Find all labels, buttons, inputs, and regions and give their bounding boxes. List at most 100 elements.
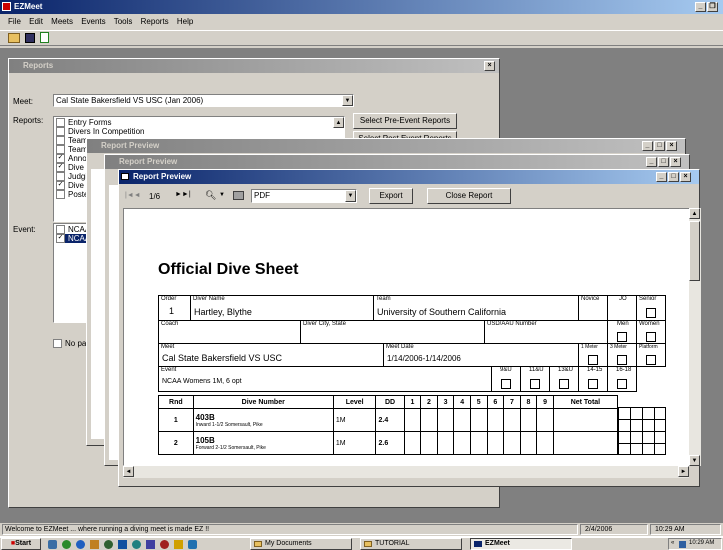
minimize-icon[interactable]: _: [642, 141, 653, 151]
score-cell[interactable]: [420, 408, 438, 432]
vertical-scrollbar[interactable]: ▲ ▼: [689, 208, 701, 466]
report-list-item[interactable]: Entry Forms: [56, 118, 342, 127]
document-icon[interactable]: [40, 32, 49, 43]
quick-launch-icon-1[interactable]: [48, 540, 57, 549]
task-my-documents[interactable]: My Documents: [250, 538, 352, 550]
report-checkbox[interactable]: [56, 118, 65, 127]
menu-reports[interactable]: Reports: [141, 17, 169, 26]
age-group-checkbox[interactable]: [588, 379, 598, 389]
meet-select[interactable]: Cal State Bakersfield VS USC (Jan 2006) …: [53, 94, 354, 107]
save-icon[interactable]: [25, 33, 35, 43]
age-group-checkbox[interactable]: [559, 379, 569, 389]
score-cell[interactable]: [503, 431, 521, 455]
quick-launch-icon-7[interactable]: [132, 540, 141, 549]
chevron-down-icon[interactable]: ▼: [342, 95, 353, 106]
zoom-icon[interactable]: 🔍︎: [205, 190, 216, 201]
score-cell[interactable]: [552, 408, 619, 432]
scroll-thumb[interactable]: [689, 221, 700, 281]
event-checkbox[interactable]: [56, 225, 65, 234]
report-checkbox[interactable]: [56, 136, 65, 145]
quick-launch-icon-3[interactable]: [76, 540, 85, 549]
women-checkbox[interactable]: [646, 332, 656, 342]
report-checkbox[interactable]: ✓: [56, 181, 65, 190]
score-cell[interactable]: [469, 431, 488, 455]
quick-launch-icon-6[interactable]: [118, 540, 127, 549]
quick-launch-icon-9[interactable]: [160, 540, 169, 549]
score-cell[interactable]: [469, 408, 488, 432]
scroll-left-icon[interactable]: ◄: [123, 466, 134, 477]
tray-arrow-icon[interactable]: «: [671, 540, 674, 546]
age-group-checkbox[interactable]: [617, 379, 627, 389]
report-checkbox[interactable]: [56, 145, 65, 154]
report-checkbox[interactable]: ✓: [56, 163, 65, 172]
score-cell[interactable]: [519, 408, 538, 432]
quick-launch-icon-11[interactable]: [188, 540, 197, 549]
score-cell[interactable]: [552, 431, 619, 455]
menu-file[interactable]: File: [8, 17, 21, 26]
quick-launch-icon-2[interactable]: [62, 540, 71, 549]
score-cell[interactable]: [420, 431, 438, 455]
score-cell[interactable]: [436, 408, 455, 432]
score-cell[interactable]: [503, 408, 521, 432]
menu-help[interactable]: Help: [177, 17, 193, 26]
zoom-dropdown-icon[interactable]: ▼: [219, 192, 225, 198]
first-page-icon[interactable]: |◄◄: [125, 192, 141, 199]
horizontal-scrollbar[interactable]: ◄ ►: [123, 466, 689, 478]
meter1-checkbox[interactable]: [588, 355, 598, 365]
close-icon[interactable]: ×: [670, 157, 681, 167]
score-cell[interactable]: [453, 431, 471, 455]
scroll-down-icon[interactable]: ▼: [689, 455, 700, 466]
score-cell[interactable]: [403, 408, 422, 432]
close-icon[interactable]: ×: [484, 61, 495, 71]
menu-tools[interactable]: Tools: [114, 17, 133, 26]
task-tutorial[interactable]: TUTORIAL: [360, 538, 462, 550]
senior-checkbox[interactable]: [646, 308, 656, 318]
menu-events[interactable]: Events: [81, 17, 105, 26]
age-group-checkbox[interactable]: [501, 379, 511, 389]
score-cell[interactable]: [519, 431, 538, 455]
score-cell[interactable]: [436, 431, 455, 455]
men-checkbox[interactable]: [617, 332, 627, 342]
no-page-checkbox[interactable]: [53, 339, 62, 349]
minimize-icon[interactable]: _: [656, 172, 667, 182]
score-cell[interactable]: [403, 431, 422, 455]
menu-meets[interactable]: Meets: [51, 17, 73, 26]
score-cell[interactable]: [536, 408, 554, 432]
score-cell[interactable]: [536, 431, 554, 455]
volume-icon[interactable]: [679, 541, 686, 548]
menu-edit[interactable]: Edit: [29, 17, 43, 26]
quick-launch-icon-4[interactable]: [90, 540, 99, 549]
age-group-checkbox[interactable]: [530, 379, 540, 389]
format-select[interactable]: PDF ▼: [251, 189, 357, 203]
score-cell[interactable]: [486, 408, 505, 432]
quick-launch-icon-8[interactable]: [146, 540, 155, 549]
close-icon[interactable]: ×: [666, 141, 677, 151]
close-report-button[interactable]: Close Report: [427, 188, 511, 204]
maximize-icon[interactable]: □: [658, 157, 669, 167]
event-checkbox[interactable]: ✓: [56, 234, 65, 243]
report-checkbox[interactable]: [56, 172, 65, 181]
close-icon[interactable]: ×: [680, 172, 691, 182]
score-cell[interactable]: [486, 431, 505, 455]
score-cell[interactable]: [453, 408, 471, 432]
print-icon[interactable]: [233, 191, 244, 200]
last-page-icon[interactable]: ►►|: [175, 191, 191, 198]
task-ezmeet[interactable]: EZMeet: [470, 538, 572, 550]
start-button[interactable]: ■Start: [1, 538, 41, 550]
maximize-icon[interactable]: □: [654, 141, 665, 151]
scroll-up-icon[interactable]: ▲: [333, 117, 344, 128]
select-pre-event-button[interactable]: Select Pre-Event Reports: [353, 113, 457, 129]
minimize-icon[interactable]: _: [646, 157, 657, 167]
export-button[interactable]: Export: [369, 188, 413, 204]
platform-checkbox[interactable]: [646, 355, 656, 365]
open-folder-icon[interactable]: [8, 33, 20, 43]
report-list-item[interactable]: Divers In Competition: [56, 127, 342, 136]
meter3-checkbox[interactable]: [617, 355, 627, 365]
chevron-down-icon[interactable]: ▼: [345, 190, 356, 202]
restore-icon[interactable]: ❐: [707, 2, 718, 12]
report-checkbox[interactable]: [56, 127, 65, 136]
minimize-icon[interactable]: _: [695, 2, 706, 12]
scroll-right-icon[interactable]: ►: [678, 466, 689, 477]
scroll-up-icon[interactable]: ▲: [689, 208, 700, 219]
quick-launch-icon-5[interactable]: [104, 540, 113, 549]
